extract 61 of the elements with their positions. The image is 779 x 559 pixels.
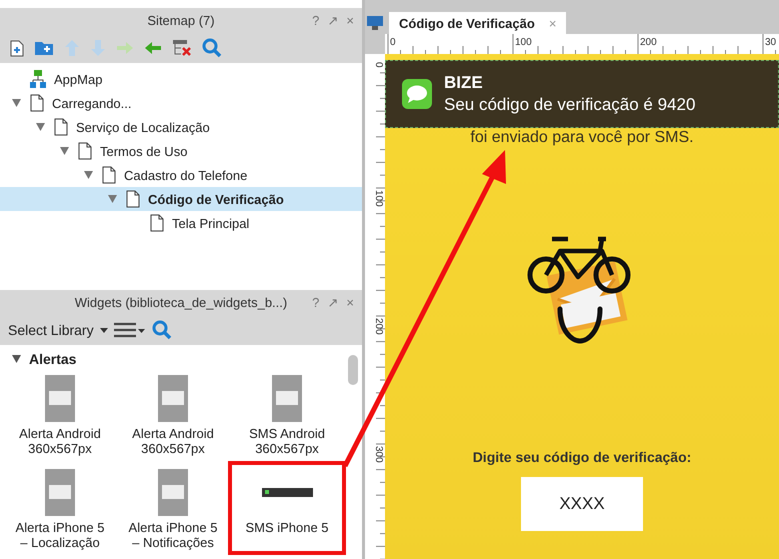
- add-folder-icon[interactable]: [34, 40, 54, 56]
- library-dropdown[interactable]: Select Library: [8, 322, 94, 338]
- code-input-field[interactable]: XXXX: [521, 477, 643, 531]
- sms-message: Seu código de verificação é 9420: [444, 95, 696, 115]
- ruler-label: 100: [373, 190, 384, 207]
- expand-triangle-icon[interactable]: [60, 147, 69, 155]
- widget-thumbnail: [158, 374, 188, 422]
- search-icon[interactable]: [152, 320, 172, 340]
- ruler-label: 300: [373, 446, 384, 463]
- ruler-label: 30: [765, 37, 776, 48]
- expand-triangle-icon[interactable]: [36, 123, 45, 131]
- caret-icon[interactable]: [100, 328, 108, 332]
- page-icon: [30, 94, 44, 112]
- expand-triangle-icon[interactable]: [108, 195, 117, 203]
- tree-item[interactable]: Serviço de Localização: [0, 115, 362, 139]
- tree-item[interactable]: Código de Verificação: [0, 187, 362, 211]
- monitor-icon[interactable]: [367, 16, 383, 30]
- widget-item[interactable]: Alerta iPhone 5 – Notificações: [116, 463, 230, 553]
- widgets-title: Widgets (biblioteca_de_widgets_b...): [74, 295, 288, 310]
- ruler-label: 0: [373, 62, 384, 68]
- delete-page-icon[interactable]: [172, 39, 192, 57]
- page-tab[interactable]: Código de Verificação ×: [389, 12, 566, 34]
- tree-item[interactable]: Cadastro do Telefone: [0, 163, 362, 187]
- widget-item[interactable]: Alerta Android 360x567px: [116, 369, 230, 459]
- page-icon: [126, 190, 140, 208]
- sms-sender: BIZE: [444, 73, 484, 93]
- prompt-text: Digite seu código de verificação:: [472, 449, 692, 465]
- ruler-label: 200: [373, 318, 384, 335]
- widget-item[interactable]: SMS iPhone 5: [230, 463, 344, 553]
- menu-icon[interactable]: [114, 322, 146, 338]
- ruler-label: 100: [515, 37, 532, 48]
- widget-item[interactable]: Alerta Android 360x567px: [4, 369, 116, 459]
- tree-item[interactable]: AppMap: [0, 67, 362, 91]
- sitemap-icon: [30, 70, 46, 88]
- arrow-left-icon[interactable]: [144, 41, 162, 55]
- page-icon: [78, 142, 92, 160]
- sitemap-title: Sitemap (7): [147, 13, 215, 28]
- widget-thumbnail: [158, 468, 188, 516]
- tree-item[interactable]: Termos de Uso: [0, 139, 362, 163]
- widget-thumbnail: [45, 468, 75, 516]
- subtitle-text: foi enviado para você por SMS.: [470, 129, 694, 147]
- expand-triangle-icon[interactable]: [12, 355, 21, 363]
- add-page-icon[interactable]: [10, 40, 24, 56]
- widget-thumbnail: [45, 374, 75, 422]
- message-app-icon: [402, 79, 432, 109]
- scrollbar-thumb[interactable]: [348, 355, 358, 385]
- search-icon[interactable]: [202, 38, 222, 58]
- widget-thumbnail: [262, 488, 312, 496]
- widget-item[interactable]: Alerta iPhone 5 – Localização: [4, 463, 116, 553]
- ruler-label: 200: [640, 37, 657, 48]
- ruler-label: 0: [390, 37, 396, 48]
- widget-item[interactable]: SMS Android 360x567px: [230, 369, 344, 459]
- expand-triangle-icon[interactable]: [84, 171, 93, 179]
- page-icon: [102, 166, 116, 184]
- page-icon: [150, 214, 164, 232]
- tree-item[interactable]: Tela Principal: [0, 211, 362, 235]
- page-icon: [54, 118, 68, 136]
- expand-triangle-icon[interactable]: [12, 99, 21, 107]
- widget-thumbnail: [272, 374, 302, 422]
- widget-group[interactable]: Alertas: [0, 349, 362, 369]
- tree-item[interactable]: Carregando...: [0, 91, 362, 115]
